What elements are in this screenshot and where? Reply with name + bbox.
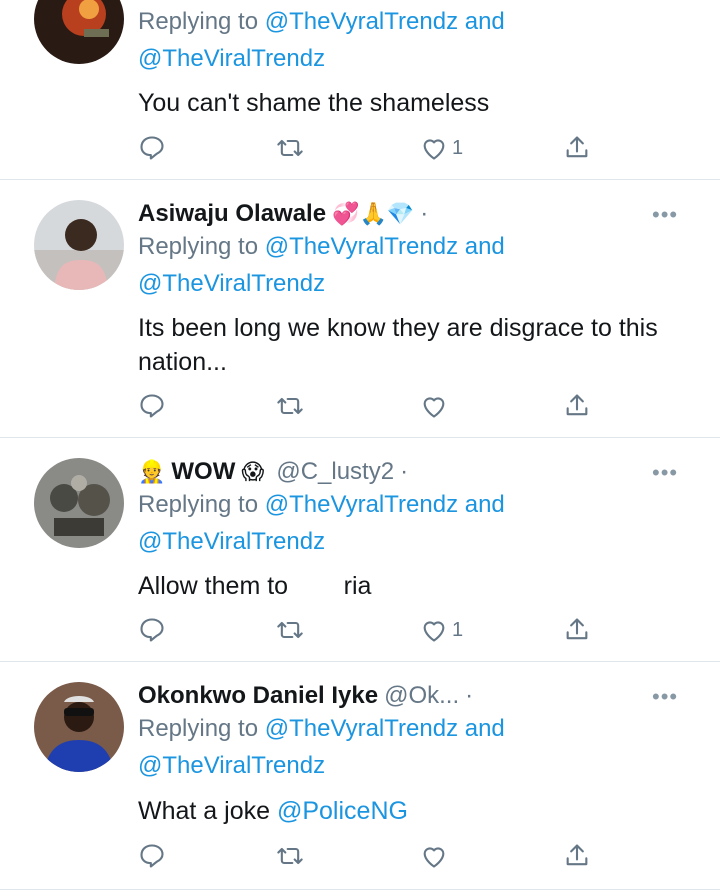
name-prefix-emoji: 👷 bbox=[138, 459, 166, 484]
tweet-card[interactable]: Okonkwo Daniel Iyke @Ok... · ••• Replyin… bbox=[0, 662, 720, 890]
retweet-icon bbox=[277, 139, 303, 157]
reply-icon bbox=[140, 394, 164, 418]
reply-icon bbox=[140, 844, 164, 868]
mention-link[interactable]: @TheVyralTrendz bbox=[265, 233, 458, 260]
share-icon bbox=[566, 394, 588, 416]
tweet-header: 👷 WOW 😱 @C_lusty2 · bbox=[138, 458, 408, 486]
display-name[interactable]: WOW bbox=[171, 458, 235, 486]
retweet-button[interactable] bbox=[276, 842, 304, 870]
replying-to: Replying to @TheVyralTrendz and @TheVira… bbox=[138, 491, 505, 555]
tweet-card[interactable]: Replying to @TheVyralTrendz and @TheVira… bbox=[0, 0, 720, 178]
reply-button[interactable] bbox=[138, 616, 166, 644]
retweet-icon bbox=[277, 621, 303, 639]
user-handle[interactable]: @Ok... bbox=[384, 682, 459, 710]
replying-to: Replying to @TheVyralTrendz and @TheVira… bbox=[138, 233, 505, 297]
tweet-card[interactable]: 👷 WOW 😱 @C_lusty2 · ••• Replying to @The… bbox=[0, 438, 720, 661]
retweet-button[interactable] bbox=[276, 392, 304, 420]
avatar[interactable] bbox=[34, 458, 124, 548]
like-icon bbox=[423, 847, 445, 868]
avatar[interactable] bbox=[34, 682, 124, 772]
mention-link[interactable]: @TheViralTrendz bbox=[138, 752, 325, 779]
tweet-card[interactable]: Asiwaju Olawale 💞🙏💎 · ••• Replying to @T… bbox=[0, 180, 720, 437]
reply-button[interactable] bbox=[138, 134, 166, 162]
display-name[interactable]: Okonkwo Daniel Iyke bbox=[138, 682, 378, 710]
retweet-button[interactable] bbox=[276, 134, 304, 162]
mention-link[interactable]: @TheViralTrendz bbox=[138, 45, 325, 72]
reply-button[interactable] bbox=[138, 842, 166, 870]
mention-link[interactable]: @TheVyralTrendz bbox=[265, 8, 458, 35]
name-emojis: 😱 bbox=[241, 459, 265, 484]
share-button[interactable] bbox=[563, 392, 591, 420]
like-button[interactable]: 1 bbox=[420, 134, 463, 162]
retweet-button[interactable] bbox=[276, 616, 304, 644]
name-emojis: 💞🙏💎 bbox=[332, 201, 415, 226]
tweet-text: Its been long we know they are disgrace … bbox=[138, 314, 658, 376]
divider bbox=[0, 889, 720, 890]
more-options-icon[interactable]: ••• bbox=[652, 202, 678, 228]
tweet-text: You can't shame the shameless bbox=[138, 89, 490, 117]
mention-link[interactable]: @TheViralTrendz bbox=[138, 270, 325, 297]
like-icon bbox=[423, 397, 445, 418]
tweet-actions: 1 bbox=[138, 134, 598, 164]
retweet-icon bbox=[277, 847, 303, 865]
more-options-icon[interactable]: ••• bbox=[652, 684, 678, 710]
separator-dot: · bbox=[465, 682, 474, 709]
more-options-icon[interactable]: ••• bbox=[652, 460, 678, 486]
tweet-text: What a joke @PoliceNG bbox=[138, 797, 408, 825]
like-count: 1 bbox=[452, 618, 464, 641]
like-button[interactable]: 1 bbox=[420, 616, 463, 644]
display-name[interactable]: Asiwaju Olawale bbox=[138, 200, 326, 228]
reply-button[interactable] bbox=[138, 392, 166, 420]
tweet-actions bbox=[138, 392, 598, 422]
mention-link[interactable]: @PoliceNG bbox=[277, 797, 408, 825]
separator-dot: · bbox=[420, 200, 429, 227]
share-icon bbox=[566, 844, 588, 866]
avatar[interactable] bbox=[34, 200, 124, 290]
tweet-actions: 1 bbox=[138, 616, 598, 646]
like-count: 1 bbox=[452, 136, 464, 159]
mention-link[interactable]: @TheVyralTrendz bbox=[265, 715, 458, 742]
like-button[interactable] bbox=[420, 842, 452, 870]
replying-to: Replying to @TheVyralTrendz and @TheVira… bbox=[138, 715, 505, 779]
user-handle[interactable]: @C_lusty2 bbox=[276, 458, 394, 486]
reply-icon bbox=[140, 618, 164, 642]
like-icon bbox=[423, 621, 445, 642]
tweet-actions bbox=[138, 842, 598, 872]
mention-link[interactable]: @TheVyralTrendz bbox=[265, 491, 458, 518]
retweet-icon bbox=[277, 397, 303, 415]
like-icon bbox=[423, 139, 445, 160]
share-icon bbox=[566, 136, 588, 158]
like-button[interactable] bbox=[420, 392, 452, 420]
separator-dot: · bbox=[400, 458, 409, 485]
share-button[interactable] bbox=[563, 842, 591, 870]
avatar[interactable] bbox=[34, 0, 124, 64]
share-icon bbox=[566, 618, 588, 640]
replying-to: Replying to @TheVyralTrendz and @TheVira… bbox=[138, 8, 505, 72]
reply-icon bbox=[140, 136, 164, 160]
tweet-header: Asiwaju Olawale 💞🙏💎 · bbox=[138, 200, 428, 228]
share-button[interactable] bbox=[563, 134, 591, 162]
tweet-header: Okonkwo Daniel Iyke @Ok... · bbox=[138, 682, 473, 710]
mention-link[interactable]: @TheViralTrendz bbox=[138, 528, 325, 555]
tweet-text: Allow them to ria bbox=[138, 572, 372, 600]
share-button[interactable] bbox=[563, 616, 591, 644]
